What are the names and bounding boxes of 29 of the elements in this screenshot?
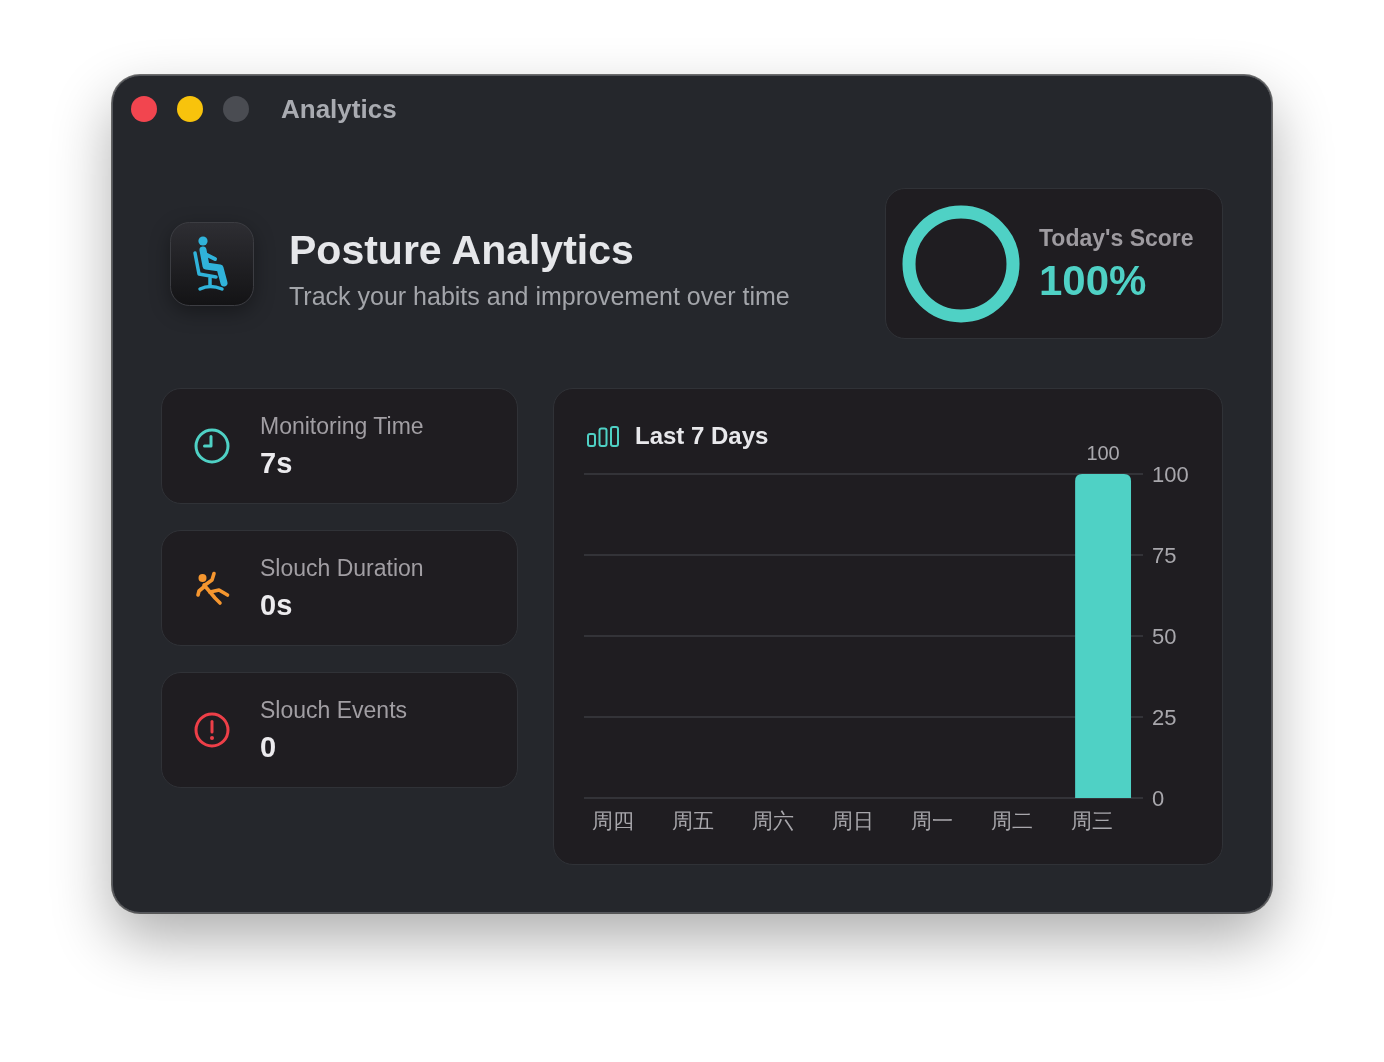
seated-person-icon: [170, 221, 254, 306]
score-label: Today's Score: [1039, 223, 1194, 252]
close-button[interactable]: [131, 95, 157, 122]
page-title: Posture Analytics: [289, 228, 634, 273]
window-title: Analytics: [281, 93, 397, 124]
x-axis-label: 周五: [671, 809, 714, 832]
x-axis-label: 周四: [592, 809, 634, 832]
x-axis-label: 周日: [831, 809, 874, 832]
bar-chart-icon: [587, 425, 619, 447]
score-value: 100%: [1039, 257, 1147, 304]
y-axis-label: 75: [1152, 543, 1177, 568]
page-subtitle: Track your habits and improvement over time: [289, 281, 790, 311]
stat-label: Slouch Events: [260, 696, 408, 724]
x-axis-label: 周三: [1071, 809, 1114, 832]
chart-title: Last 7 Days: [635, 424, 769, 448]
minimize-button[interactable]: [177, 95, 203, 122]
y-axis-label: 0: [1152, 786, 1165, 811]
stat-value: 0: [260, 730, 277, 764]
bar-value-label: 100: [1086, 442, 1120, 464]
stat-value: 7s: [260, 446, 293, 480]
x-axis-label: 周二: [991, 809, 1034, 832]
x-axis-label: 周六: [751, 809, 794, 832]
stat-value: 0s: [260, 588, 293, 622]
y-axis-label: 25: [1152, 705, 1177, 730]
y-axis-label: 50: [1152, 624, 1177, 649]
stat-label: Monitoring Time: [260, 412, 424, 440]
x-axis-label: 周一: [911, 809, 954, 832]
stat-label: Slouch Duration: [260, 554, 424, 582]
y-axis-label: 100: [1152, 462, 1189, 487]
